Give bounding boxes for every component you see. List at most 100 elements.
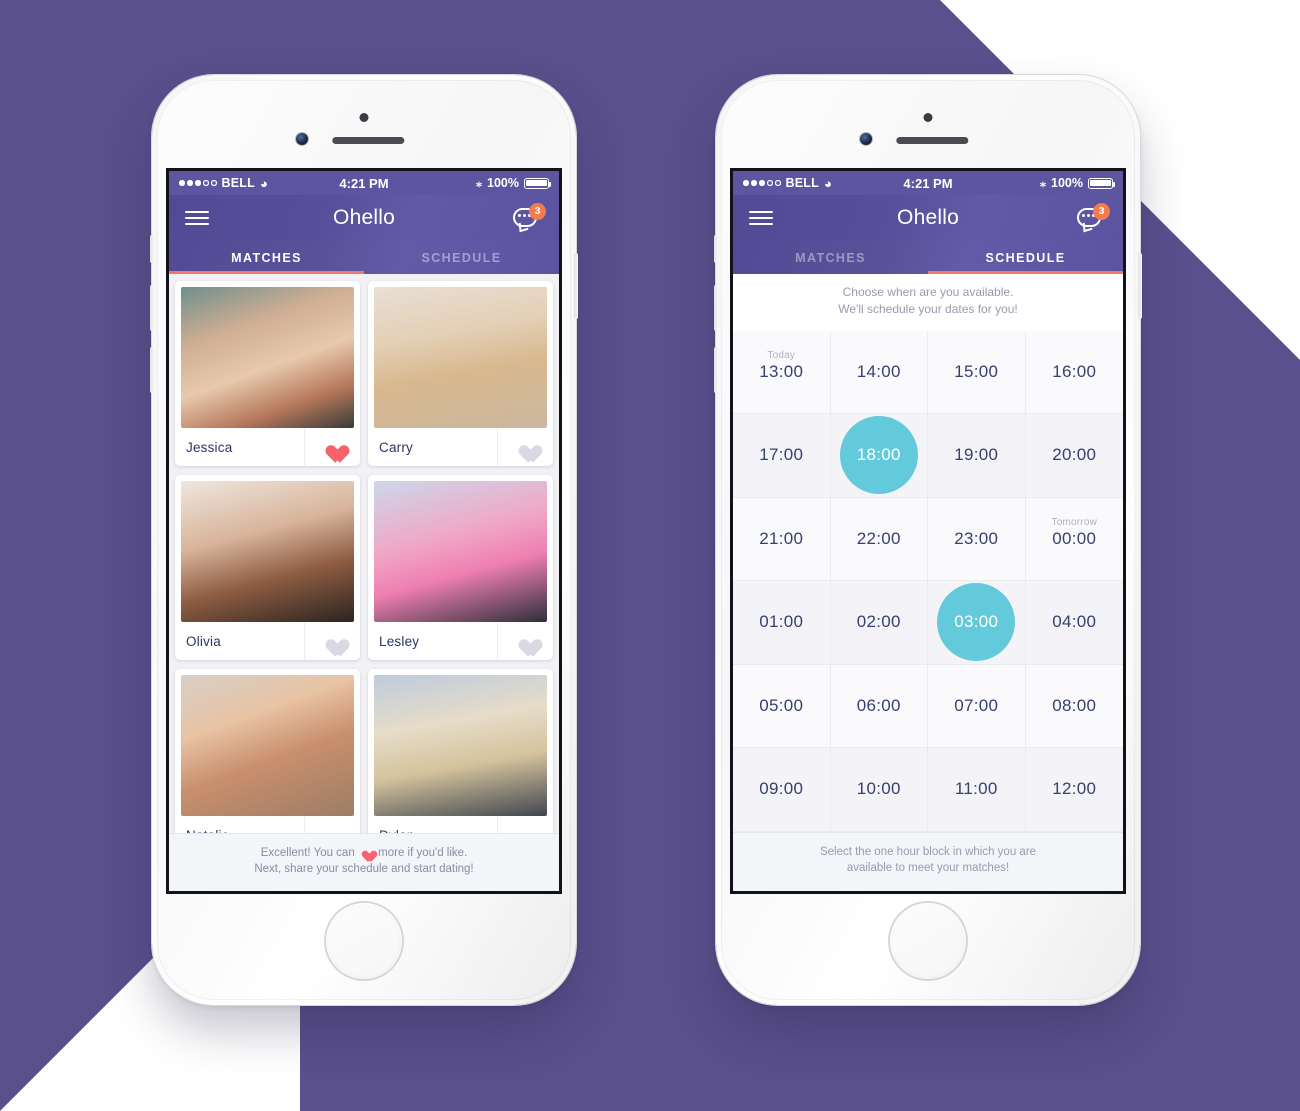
time-slot[interactable]: 19:00 xyxy=(928,414,1026,498)
time-slot[interactable]: 21:00 xyxy=(733,497,831,582)
time-slot[interactable]: 06:00 xyxy=(830,664,928,749)
like-button[interactable] xyxy=(497,622,553,660)
chat-unread-badge: 3 xyxy=(1093,203,1110,220)
heart-icon-outline xyxy=(515,826,536,833)
time-slot[interactable]: Today 13:00 xyxy=(733,330,831,415)
time-slot[interactable]: 10:00 xyxy=(830,748,928,832)
time-slot[interactable]: Tomorrow 00:00 xyxy=(1025,497,1123,582)
volume-up-button[interactable] xyxy=(714,285,718,331)
status-bar-right: ⁎ 100% xyxy=(476,176,552,190)
schedule-hint: Choose when are you available. We'll sch… xyxy=(733,274,1123,331)
status-bar-left: BELL ◕ xyxy=(743,176,832,190)
power-button[interactable] xyxy=(574,253,578,319)
chat-button[interactable]: 3 xyxy=(513,203,546,232)
like-button[interactable] xyxy=(304,816,360,833)
tab-bar-left: MATCHES SCHEDULE xyxy=(169,241,559,274)
time-label: 23:00 xyxy=(954,528,999,548)
time-slot[interactable]: 01:00 xyxy=(733,581,831,665)
silent-switch[interactable] xyxy=(714,235,718,263)
time-label: 04:00 xyxy=(1052,612,1097,632)
match-card[interactable]: Lesley xyxy=(368,475,553,660)
match-card-footer: Carry xyxy=(368,428,553,466)
time-slot[interactable]: 16:00 xyxy=(1025,330,1123,415)
time-slot-grid: Today 13:00 14:00 15:00 16:00 17:00 18:00 19:00… xyxy=(733,330,1123,832)
like-button[interactable] xyxy=(304,622,360,660)
match-photo xyxy=(181,675,354,816)
matches-panel: Jessica Carry Olivia Lesley Natalie Dylan Exc… xyxy=(169,274,559,891)
time-label: 02:00 xyxy=(856,612,901,632)
front-camera-icon xyxy=(296,133,308,145)
tab-matches[interactable]: MATCHES xyxy=(169,241,364,274)
match-card[interactable]: Carry xyxy=(368,281,553,466)
proximity-sensor-icon xyxy=(923,113,933,122)
time-slot[interactable]: 02:00 xyxy=(830,581,928,665)
heart-icon-inline xyxy=(360,846,373,858)
volume-down-button[interactable] xyxy=(714,347,718,393)
like-button[interactable] xyxy=(497,816,553,833)
heart-icon-outline xyxy=(515,438,536,457)
time-label: 19:00 xyxy=(954,445,999,465)
match-name: Lesley xyxy=(379,633,420,649)
status-bar-clock: 4:21 PM xyxy=(903,175,953,191)
battery-percent-label: 100% xyxy=(1051,176,1083,190)
day-label: Tomorrow xyxy=(1051,516,1097,528)
match-card-footer: Jessica xyxy=(175,428,360,466)
match-name: Olivia xyxy=(186,633,221,649)
time-slot[interactable]: 17:00 xyxy=(733,414,831,498)
time-slot[interactable]: 07:00 xyxy=(928,664,1026,749)
home-button[interactable] xyxy=(326,903,402,979)
hamburger-icon[interactable] xyxy=(749,207,773,229)
volume-down-button[interactable] xyxy=(150,347,154,393)
time-slot[interactable]: 23:00 xyxy=(928,497,1026,582)
time-label: 16:00 xyxy=(1052,362,1097,382)
time-slot[interactable]: 11:00 xyxy=(928,748,1026,832)
match-card[interactable]: Olivia xyxy=(175,475,360,660)
match-card[interactable]: Natalie xyxy=(175,669,360,833)
time-label: 09:00 xyxy=(759,779,804,799)
time-slot[interactable]: 22:00 xyxy=(830,497,928,582)
phone-mockup-matches: BELL ◕ 4:21 PM ⁎ 100% Ohello 3 MATCHES S… xyxy=(150,75,578,1005)
footer-line-1: Excellent! You can more if you'd like. xyxy=(179,845,549,862)
tab-matches[interactable]: MATCHES xyxy=(733,241,928,274)
tab-schedule[interactable]: SCHEDULE xyxy=(364,241,559,274)
matches-footer-note: Excellent! You can more if you'd like. N… xyxy=(169,832,559,891)
silent-switch[interactable] xyxy=(150,235,154,263)
time-slot[interactable]: 12:00 xyxy=(1025,748,1123,832)
tab-schedule[interactable]: SCHEDULE xyxy=(928,241,1123,274)
heart-icon-outline xyxy=(322,826,343,833)
like-button[interactable] xyxy=(304,428,360,466)
time-label: 11:00 xyxy=(954,779,998,799)
time-slot-selected[interactable]: 18:00 xyxy=(830,414,928,498)
carrier-label: BELL xyxy=(221,176,255,190)
time-slot[interactable]: 08:00 xyxy=(1025,664,1123,749)
time-label: 01:00 xyxy=(759,612,804,632)
time-slot[interactable]: 15:00 xyxy=(928,330,1026,415)
battery-percent-label: 100% xyxy=(487,176,519,190)
time-slot-selected[interactable]: 03:00 xyxy=(928,581,1026,665)
time-slot[interactable]: 14:00 xyxy=(830,330,928,415)
power-button[interactable] xyxy=(1138,253,1142,319)
time-label: 18:00 xyxy=(856,445,901,465)
time-slot[interactable]: 05:00 xyxy=(733,664,831,749)
match-card-footer: Dylan xyxy=(368,816,553,833)
time-slot[interactable]: 04:00 xyxy=(1025,581,1123,665)
match-card[interactable]: Jessica xyxy=(175,281,360,466)
sched-footer-line-1: Select the one hour block in which you a… xyxy=(819,845,1037,858)
time-slot[interactable]: 20:00 xyxy=(1025,414,1123,498)
home-button[interactable] xyxy=(890,903,966,979)
hamburger-icon[interactable] xyxy=(185,207,209,229)
chat-button[interactable]: 3 xyxy=(1077,203,1110,232)
time-label: 00:00 xyxy=(1052,528,1097,548)
schedule-panel: Choose when are you available. We'll sch… xyxy=(733,274,1123,891)
match-card-footer: Olivia xyxy=(175,622,360,660)
volume-up-button[interactable] xyxy=(150,285,154,331)
match-photo xyxy=(374,675,547,816)
time-label: 05:00 xyxy=(759,695,804,715)
time-label: 21:00 xyxy=(759,528,804,548)
status-bar: BELL ◕ 4:21 PM ⁎ 100% xyxy=(169,171,559,195)
time-label: 03:00 xyxy=(954,612,999,632)
time-label: 17:00 xyxy=(759,445,804,465)
time-slot[interactable]: 09:00 xyxy=(733,748,831,832)
match-card[interactable]: Dylan xyxy=(368,669,553,833)
like-button[interactable] xyxy=(497,428,553,466)
